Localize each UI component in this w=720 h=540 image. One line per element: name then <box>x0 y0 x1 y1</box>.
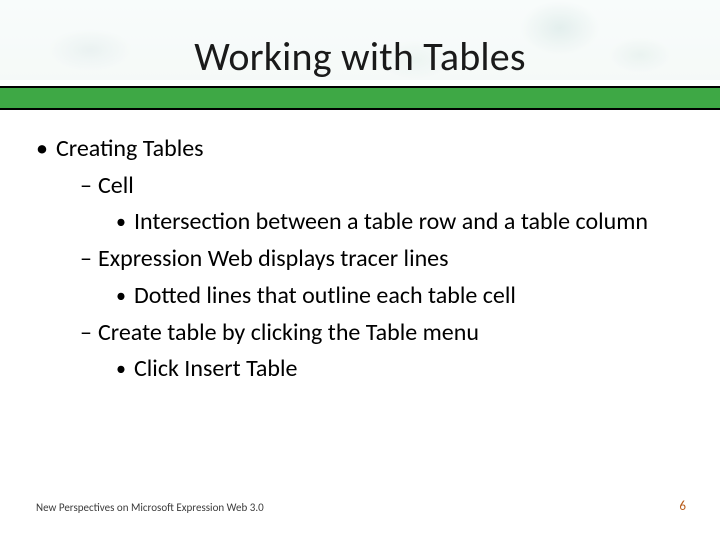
bullet-text: Intersection between a table row and a t… <box>134 207 648 236</box>
bullet-lvl3: Click Insert Table <box>116 354 684 385</box>
slide: Working with Tables Creating Tables Cell… <box>0 0 720 540</box>
bullet-lvl3: Intersection between a table row and a t… <box>116 207 684 238</box>
bullet-text: Expression Web displays tracer lines <box>98 244 449 273</box>
slide-title: Working with Tables <box>0 32 720 81</box>
bullet-text: Dotted lines that outline each table cel… <box>134 281 516 310</box>
bullet-text: Creating Tables <box>56 134 204 163</box>
page-number: 6 <box>679 499 686 514</box>
divider-bottom <box>0 108 720 110</box>
body-content: Creating Tables Cell Intersection betwee… <box>36 134 684 385</box>
bullet-lvl2: Expression Web displays tracer lines <box>80 244 684 275</box>
bullet-text: Cell <box>98 171 134 200</box>
accent-bar <box>0 88 720 108</box>
bullet-lvl2: Cell <box>80 171 684 202</box>
bullet-lvl3: Dotted lines that outline each table cel… <box>116 281 684 312</box>
bullet-text: Create table by clicking the Table menu <box>98 318 479 347</box>
footer-source: New Perspectives on Microsoft Expression… <box>36 501 264 514</box>
bullet-lvl2: Create table by clicking the Table menu <box>80 318 684 349</box>
bullet-text: Click Insert Table <box>134 354 298 383</box>
bullet-lvl1: Creating Tables <box>36 134 684 165</box>
